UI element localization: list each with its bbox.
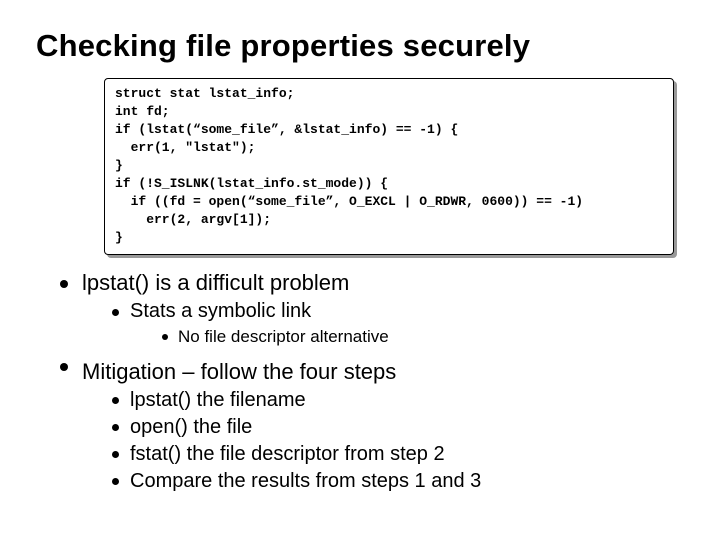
code-line: err(1, "lstat"); [115, 140, 255, 155]
spacer [82, 352, 684, 358]
bullet-text: lpstat() is a difficult problem [82, 270, 349, 295]
code-line: err(2, argv[1]); [115, 212, 271, 227]
list-item: lpstat() is a difficult problem Stats a … [60, 269, 684, 348]
code-block: struct stat lstat_info; int fd; if (lsta… [104, 78, 674, 255]
bullet-text: open() the file [130, 416, 252, 438]
bullet-text: Stats a symbolic link [130, 300, 311, 322]
bullet-sublist: Stats a symbolic link No file descriptor… [82, 299, 684, 348]
list-item: open() the file [112, 415, 684, 440]
code-line: int fd; [115, 104, 170, 119]
bullet-text: Mitigation – follow the four steps [82, 359, 396, 384]
list-item: Compare the results from steps 1 and 3 [112, 469, 684, 494]
code-line: struct stat lstat_info; [115, 86, 294, 101]
code-line: if (lstat(“some_file”, &lstat_info) == -… [115, 122, 458, 137]
list-item: fstat() the file descriptor from step 2 [112, 442, 684, 467]
list-item: Stats a symbolic link No file descriptor… [112, 299, 684, 348]
list-item: No file descriptor alternative [162, 326, 684, 348]
code-line: if (!S_ISLNK(lstat_info.st_mode)) { [115, 176, 388, 191]
code-line: if ((fd = open(“some_file”, O_EXCL | O_R… [115, 194, 583, 209]
slide-title: Checking file properties securely [36, 28, 684, 64]
bullet-text: No file descriptor alternative [178, 327, 389, 346]
code-line: } [115, 230, 123, 245]
bullet-sublist: lpstat() the filename open() the file fs… [82, 388, 684, 494]
code-line: } [115, 158, 123, 173]
list-item: lpstat() the filename [112, 388, 684, 413]
list-item: Mitigation – follow the four steps lpsta… [60, 352, 684, 494]
bullet-text: lpstat() the filename [130, 389, 306, 411]
bullet-list: lpstat() is a difficult problem Stats a … [36, 269, 684, 493]
bullet-text: fstat() the file descriptor from step 2 [130, 443, 445, 465]
bullet-text: Compare the results from steps 1 and 3 [130, 470, 481, 492]
bullet-subsublist: No file descriptor alternative [130, 326, 684, 348]
slide: Checking file properties securely struct… [0, 0, 720, 540]
